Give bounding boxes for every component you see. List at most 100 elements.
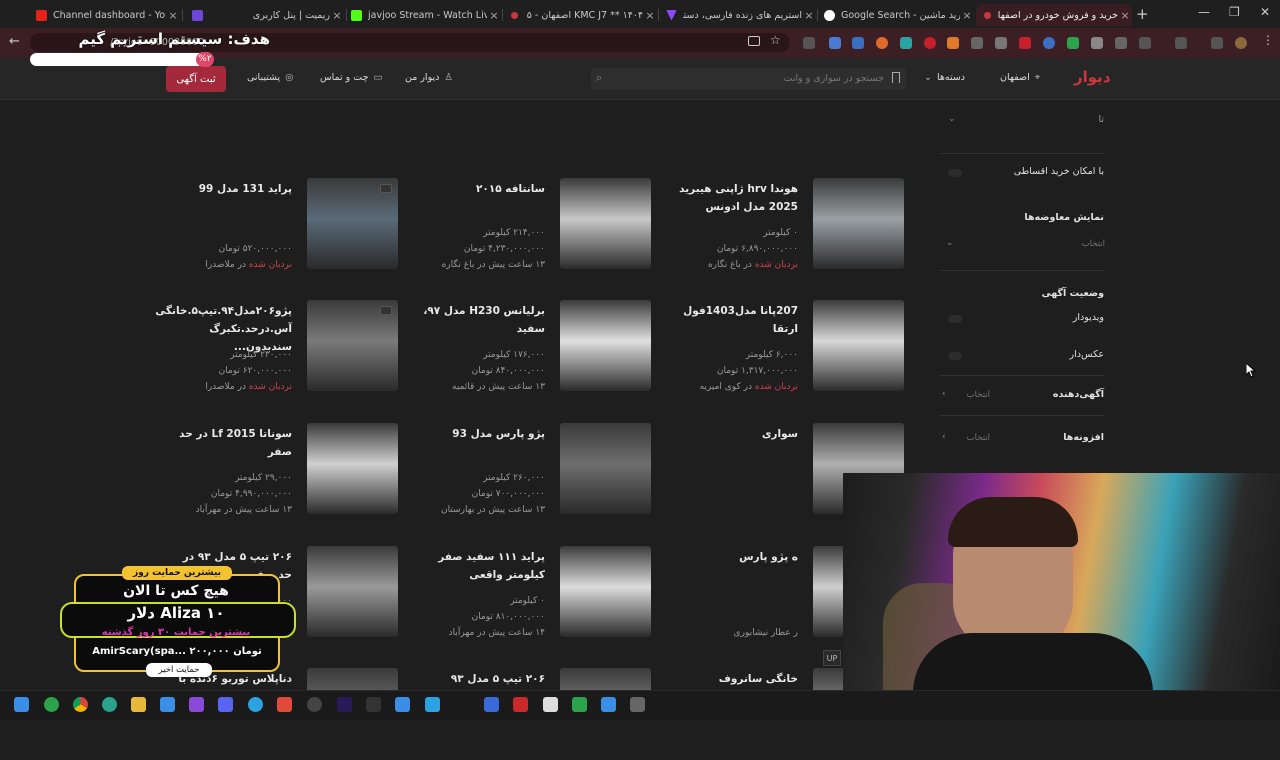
listing-card[interactable]: پژو پارس مدل 93 ۲۶۰,۰۰۰ کیلومتر ۷۰۰,۰۰۰,۰۰… bbox=[421, 423, 651, 515]
listing-card[interactable]: پراید 131 مدل 99 ۵۲۰,۰۰۰,۰۰۰ تومان نردبان … bbox=[168, 178, 398, 270]
advertiser-select[interactable]: انتخاب bbox=[955, 390, 990, 400]
taskbar-app-icon[interactable] bbox=[543, 697, 558, 712]
taskbar-app-icon[interactable] bbox=[484, 697, 499, 712]
car-photo[interactable] bbox=[307, 546, 398, 637]
advertiser-filter[interactable]: آگهی‌دهنده bbox=[1053, 389, 1104, 400]
profile-avatar[interactable] bbox=[1235, 37, 1247, 49]
car-photo[interactable] bbox=[307, 300, 398, 391]
minimize-icon[interactable]: — bbox=[1198, 5, 1210, 19]
file-explorer-icon[interactable] bbox=[131, 697, 146, 712]
taskbar-app-icon[interactable] bbox=[395, 697, 410, 712]
installments-toggle[interactable] bbox=[948, 169, 962, 177]
listing-card[interactable]: پراید ۱۱۱ سفید صفر کیلومتر واقعی ۰ کیلومت… bbox=[421, 546, 651, 638]
categories-menu[interactable]: دسته‌ها ⌄ bbox=[924, 72, 965, 83]
listing-card[interactable]: 207پانا مدل1403فول ارتقا ۶,۰۰۰ کیلومتر ۱,۳… bbox=[674, 300, 904, 392]
video-filter[interactable]: ویدیودار bbox=[1073, 312, 1104, 323]
close-icon[interactable]: × bbox=[166, 9, 180, 22]
taskbar-app-icon[interactable] bbox=[277, 697, 292, 712]
telegram-icon[interactable] bbox=[248, 697, 263, 712]
close-icon[interactable]: × bbox=[643, 9, 657, 22]
chevron-down-icon[interactable]: ⌄ bbox=[946, 238, 954, 248]
bookmark-star-icon[interactable]: ☆ bbox=[770, 33, 781, 47]
chevron-down-icon[interactable]: ⌄ bbox=[948, 114, 956, 124]
extension-icon[interactable] bbox=[1019, 37, 1031, 49]
taskbar-app-icon[interactable] bbox=[44, 697, 59, 712]
tab-twitch[interactable]: ریمیت | پنل کاربری × bbox=[184, 4, 344, 26]
taskbar-app-icon[interactable] bbox=[160, 697, 175, 712]
installments-filter[interactable]: با امکان خرید اقساطی bbox=[1014, 166, 1104, 177]
close-icon[interactable]: × bbox=[487, 9, 501, 22]
chat-link[interactable]: ▭ چت و تماس bbox=[320, 72, 382, 83]
listing-card[interactable]: سوناتا Lf 2015 در حد صفر ۲۹,۰۰۰ کیلومتر ۴,… bbox=[168, 423, 398, 515]
exchange-select[interactable]: انتخاب bbox=[1070, 239, 1105, 249]
taskbar-app-icon[interactable] bbox=[189, 697, 204, 712]
tab-google-search[interactable]: Google Search - خرید ماشین× bbox=[816, 4, 974, 26]
close-icon[interactable]: × bbox=[802, 9, 816, 22]
new-tab-button[interactable]: + bbox=[1136, 5, 1149, 23]
car-photo[interactable] bbox=[560, 178, 651, 269]
taskbar-app-icon[interactable] bbox=[572, 697, 587, 712]
edge-icon[interactable] bbox=[102, 697, 117, 712]
car-photo[interactable] bbox=[560, 423, 651, 514]
extension-icon[interactable] bbox=[876, 37, 888, 49]
close-icon[interactable]: × bbox=[960, 9, 974, 22]
extension-icon[interactable] bbox=[803, 37, 815, 49]
extension-icon[interactable] bbox=[1115, 37, 1127, 49]
photo-filter[interactable]: عکس‌دار bbox=[1070, 349, 1104, 360]
tab-youtube[interactable]: Channel dashboard - YouTube× bbox=[28, 4, 180, 26]
extension-icon[interactable] bbox=[924, 37, 936, 49]
listing-card[interactable]: پژو۲۰۶مدل۹۴.تیپ۵.خانگی آس.درحد.تکبرگ سند… bbox=[155, 300, 398, 392]
close-icon[interactable]: × bbox=[1118, 9, 1132, 22]
install-icon[interactable] bbox=[748, 36, 760, 46]
tab-live-streams[interactable]: استریم های زنده فارسی، دسته بند× bbox=[658, 4, 816, 26]
extension-icon[interactable] bbox=[900, 37, 912, 49]
windows-start-icon[interactable] bbox=[14, 697, 29, 712]
extension-icon[interactable] bbox=[1091, 37, 1103, 49]
extension-icon[interactable] bbox=[971, 37, 983, 49]
car-photo[interactable] bbox=[307, 178, 398, 269]
chevron-left-icon[interactable]: ‹ bbox=[942, 432, 946, 442]
chrome-icon[interactable] bbox=[73, 697, 88, 712]
calculator-icon[interactable] bbox=[630, 697, 645, 712]
post-ad-button[interactable]: ثبت آگهی bbox=[166, 66, 226, 92]
back-icon[interactable]: ← bbox=[9, 34, 20, 49]
city-selector[interactable]: ⌖ اصفهان bbox=[1000, 72, 1040, 83]
listing-card[interactable]: سانتافه ۲۰۱۵ ۲۱۴,۰۰۰ کیلومتر ۴,۲۳۰,۰۰۰,۰۰۰… bbox=[421, 178, 651, 270]
car-photo[interactable] bbox=[560, 300, 651, 391]
obs-icon[interactable] bbox=[307, 697, 322, 712]
taskbar-app-icon[interactable] bbox=[601, 697, 616, 712]
divar-logo[interactable]: دیوار bbox=[1074, 68, 1111, 86]
listing-card[interactable]: هوندا hrv ژاپنی هیبرید 2025 مدل ادونس ۰ ک… bbox=[674, 178, 904, 270]
tab-kick[interactable]: javjoo Stream - Watch Live on× bbox=[343, 4, 501, 26]
addons-filter[interactable]: افزونه‌ها bbox=[1063, 432, 1104, 443]
extension-icon[interactable] bbox=[947, 37, 959, 49]
support-link[interactable]: ◎ پشتیبانی bbox=[247, 72, 293, 83]
taskbar-app-icon[interactable] bbox=[425, 697, 440, 712]
menu-lines-icon[interactable] bbox=[1211, 37, 1223, 49]
close-icon[interactable]: × bbox=[330, 9, 344, 22]
premiere-icon[interactable] bbox=[337, 697, 352, 712]
video-toggle[interactable] bbox=[948, 315, 962, 323]
discord-icon[interactable] bbox=[218, 697, 233, 712]
car-photo[interactable] bbox=[813, 300, 904, 391]
kebab-menu-icon[interactable]: ⋮ bbox=[1262, 33, 1274, 47]
my-divar-link[interactable]: ♙ دیوار من bbox=[405, 72, 453, 83]
car-photo[interactable] bbox=[560, 546, 651, 637]
extension-icon[interactable] bbox=[829, 37, 841, 49]
chevron-left-icon[interactable]: ‹ bbox=[942, 389, 946, 399]
taskbar-app-icon[interactable] bbox=[513, 697, 528, 712]
tab-divar-kmc[interactable]: KMC J7 ** ۱۴۰۴ اصفهان - ۵ دی× bbox=[503, 4, 657, 26]
extension-icon[interactable] bbox=[852, 37, 864, 49]
car-photo[interactable] bbox=[813, 178, 904, 269]
puzzle-icon[interactable] bbox=[1139, 37, 1151, 49]
extension-icon[interactable] bbox=[1067, 37, 1079, 49]
extension-icon[interactable] bbox=[995, 37, 1007, 49]
tab-divar-active[interactable]: خرید و فروش خودرو در اصفهان با× bbox=[976, 4, 1132, 26]
bookmark-icon[interactable] bbox=[892, 72, 900, 83]
photo-toggle[interactable] bbox=[948, 352, 962, 360]
extension-icon[interactable] bbox=[1043, 37, 1055, 49]
terminal-icon[interactable] bbox=[366, 697, 381, 712]
listing-card[interactable]: برلیانس H230 مدل ۹۷، سفید ۱۷۶,۰۰۰ کیلومتر… bbox=[421, 300, 651, 392]
car-photo[interactable] bbox=[307, 423, 398, 514]
extension-icon[interactable] bbox=[1175, 37, 1187, 49]
